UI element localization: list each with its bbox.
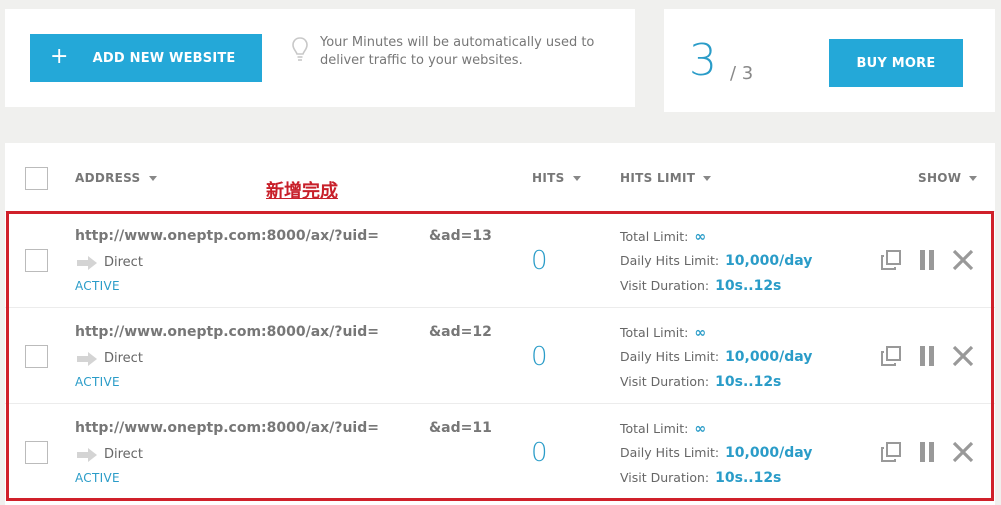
column-header-address[interactable]: ADDRESS [75, 171, 157, 185]
website-count-panel: 3 / 3 BUY MORE [664, 9, 995, 112]
column-header-hits-limit-label: HITS LIMIT [620, 171, 696, 185]
website-count: 3 [689, 35, 717, 86]
website-count-total: / 3 [730, 63, 754, 84]
add-new-website-button[interactable]: + ADD NEW WEBSITE [30, 34, 262, 82]
websites-table: ADDRESS HITS HITS LIMIT SHOW 新增完成 http:/… [5, 143, 995, 505]
column-header-hits[interactable]: HITS [532, 171, 581, 185]
lightbulb-icon [292, 37, 308, 61]
caret-down-icon [572, 176, 581, 181]
select-all-checkbox[interactable] [25, 167, 48, 190]
annotation-added-complete: 新增完成 [266, 181, 338, 202]
column-header-show-label: SHOW [918, 171, 962, 185]
caret-down-icon [148, 176, 157, 181]
caret-down-icon [703, 176, 712, 181]
new-rows-highlight-box [6, 211, 994, 501]
column-header-show[interactable]: SHOW [918, 171, 978, 185]
column-header-address-label: ADDRESS [75, 171, 141, 185]
buy-more-button[interactable]: BUY MORE [829, 39, 963, 87]
caret-down-icon [969, 176, 978, 181]
column-header-hits-label: HITS [532, 171, 565, 185]
add-website-panel: + ADD NEW WEBSITE Your Minutes will be a… [5, 9, 635, 107]
plus-icon: + [50, 43, 69, 69]
column-header-hits-limit[interactable]: HITS LIMIT [620, 171, 712, 185]
add-new-website-label: ADD NEW WEBSITE [92, 50, 236, 66]
minutes-info-text: Your Minutes will be automatically used … [320, 35, 595, 68]
